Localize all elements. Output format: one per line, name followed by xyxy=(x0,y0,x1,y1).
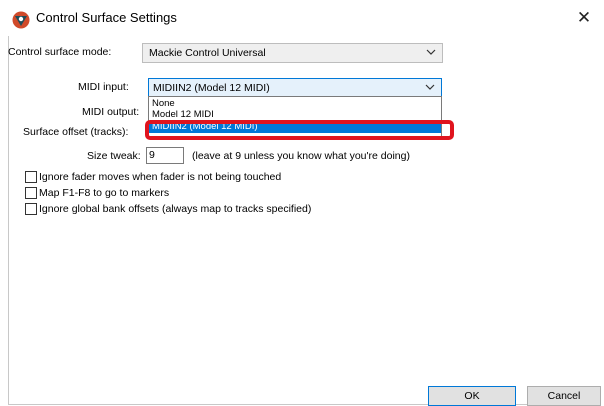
size-tweak-hint: (leave at 9 unless you know what you're … xyxy=(192,150,410,162)
close-button[interactable]: ✕ xyxy=(564,0,604,36)
chevron-down-icon xyxy=(425,84,435,90)
mode-label: Control surface mode: xyxy=(8,46,112,58)
surface-offset-label: Surface offset (tracks): xyxy=(23,126,129,138)
reaper-logo-icon xyxy=(12,11,30,29)
highlight-annotation xyxy=(145,120,454,140)
window-title: Control Surface Settings xyxy=(36,10,177,25)
close-icon: ✕ xyxy=(576,8,592,27)
ok-button[interactable]: OK xyxy=(428,386,516,406)
checkbox-map-f1-f8[interactable] xyxy=(25,187,37,199)
checkbox-ignore-fader[interactable] xyxy=(25,171,37,183)
size-tweak-input[interactable]: 9 xyxy=(146,147,184,164)
option-label-ignore-fader: Ignore fader moves when fader is not bei… xyxy=(39,171,282,183)
size-tweak-label: Size tweak: xyxy=(87,150,141,162)
mode-value: Mackie Control Universal xyxy=(149,47,266,59)
option-label-ignore-bank: Ignore global bank offsets (always map t… xyxy=(39,203,312,215)
mode-select[interactable]: Mackie Control Universal xyxy=(142,43,443,63)
cancel-button[interactable]: Cancel xyxy=(527,386,601,406)
title-bar: Control Surface Settings ✕ xyxy=(0,0,604,36)
option-label-map-f1-f8: Map F1-F8 to go to markers xyxy=(39,187,170,199)
checkbox-ignore-bank[interactable] xyxy=(25,203,37,215)
midi-input-label: MIDI input: xyxy=(78,81,129,93)
midi-input-value: MIDIIN2 (Model 12 MIDI) xyxy=(153,82,270,94)
dropdown-option-none[interactable]: None xyxy=(149,98,441,109)
midi-output-label: MIDI output: xyxy=(82,106,140,118)
chevron-down-icon xyxy=(426,49,436,55)
dropdown-option-model12[interactable]: Model 12 MIDI xyxy=(149,109,441,120)
midi-input-select[interactable]: MIDIIN2 (Model 12 MIDI) xyxy=(148,78,442,98)
